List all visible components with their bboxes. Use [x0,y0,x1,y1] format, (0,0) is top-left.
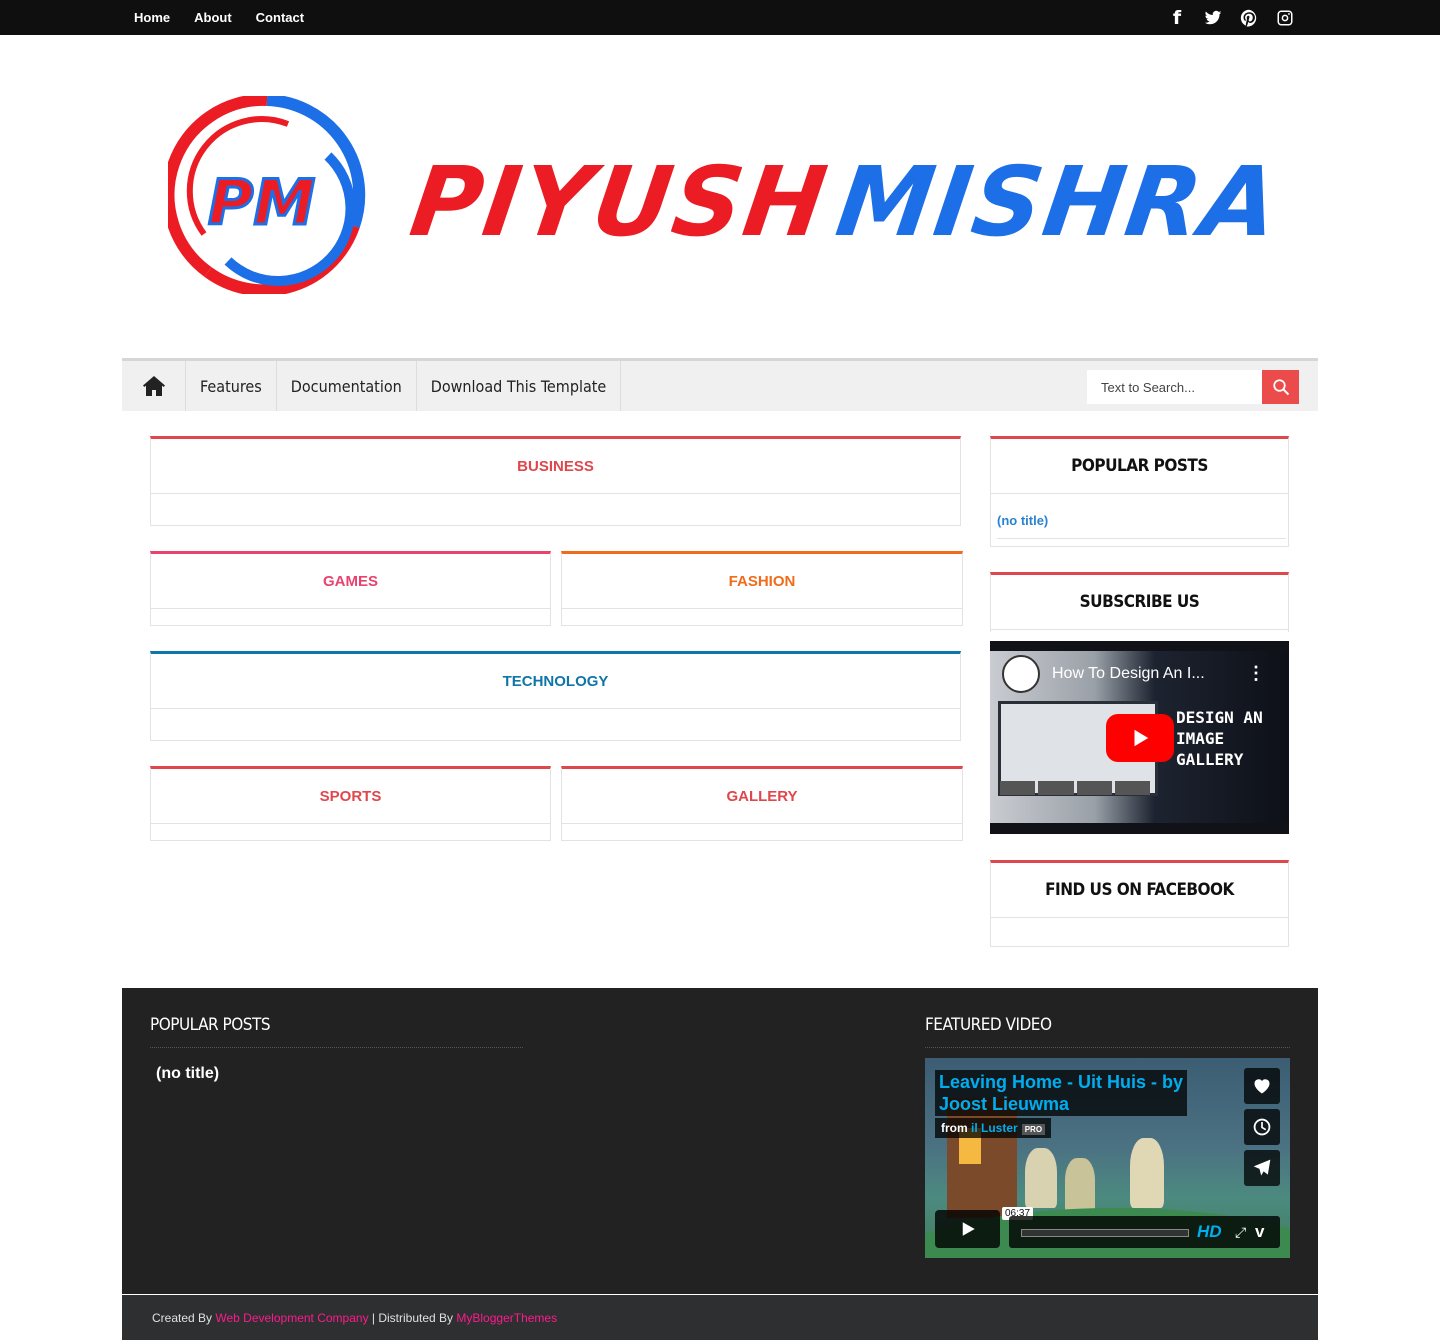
widget-popular-posts: POPULAR POSTS (no title) [990,436,1289,547]
channel-avatar[interactable] [1002,655,1040,693]
video-scene-figure [1025,1148,1057,1208]
section-title[interactable]: SPORTS [151,769,550,824]
brand-word-first: PIYUSH [404,146,835,258]
video-scene-figure [1065,1158,1095,1213]
play-button[interactable] [1106,714,1174,762]
like-button[interactable] [1244,1068,1280,1104]
widget-subscribe: SUBSCRIBE US [990,572,1289,632]
top-nav-home[interactable]: Home [134,10,170,25]
widget-title: POPULAR POSTS [991,439,1288,494]
video-title[interactable]: How To Design An I... [1052,665,1205,683]
credit-link-mybloggerthemes[interactable]: MyBloggerThemes [456,1311,557,1325]
logo-emblem-icon: PM [168,96,366,294]
share-button[interactable] [1244,1150,1280,1186]
top-bar: Home About Contact f [0,0,1440,35]
brand-word-second: MISHRA [830,146,1287,258]
video-controls: HD ⤢ v [1009,1216,1280,1248]
video-thumbnail-strip [1000,781,1150,795]
pinterest-icon[interactable] [1231,0,1267,35]
nav-menu: Features Documentation Download This Tem… [186,361,622,411]
divider [925,1047,1290,1048]
hd-badge[interactable]: HD [1197,1222,1222,1242]
section-title[interactable]: FASHION [562,554,962,609]
top-nav-about[interactable]: About [194,10,232,25]
video-title[interactable]: Leaving Home - Uit Huis - by Joost Lieuw… [935,1070,1188,1116]
footer: POPULAR POSTS (no title) FEATURED VIDEO … [122,988,1318,1294]
widget-title: FIND US ON FACEBOOK [991,863,1288,918]
instagram-icon[interactable] [1267,0,1303,35]
divider [150,1047,523,1048]
nav-item-download-template[interactable]: Download This Template [417,361,622,411]
divider [997,538,1286,539]
play-icon [962,1222,975,1236]
credit-text: Created By Web Development Company | Dis… [152,1311,558,1325]
section-business: BUSINESS [150,436,961,526]
nav-item-documentation[interactable]: Documentation [277,361,417,411]
vimeo-embed[interactable]: Leaving Home - Uit Huis - by Joost Lieuw… [925,1058,1290,1258]
section-fashion: FASHION [561,551,963,626]
footer-popular-title: POPULAR POSTS [150,1015,271,1035]
play-button[interactable] [935,1210,1000,1248]
section-title[interactable]: GAMES [151,554,550,609]
search-input[interactable] [1087,370,1263,404]
main-nav: Features Documentation Download This Tem… [122,358,1318,411]
video-overlay-text: DESIGN AN IMAGE GALLERY [1176,708,1263,769]
clock-icon [1253,1118,1271,1136]
paper-plane-icon [1253,1159,1271,1176]
section-title[interactable]: TECHNOLOGY [151,654,960,709]
widget-facebook: FIND US ON FACEBOOK [990,860,1289,947]
section-title[interactable]: BUSINESS [151,439,960,494]
popular-post-link[interactable]: (no title) [997,513,1048,528]
svg-text:PM: PM [208,166,315,239]
footer-featured-title: FEATURED VIDEO [925,1015,1052,1035]
section-games: GAMES [150,551,551,626]
section-gallery: GALLERY [561,766,963,841]
credit-bar: Created By Web Development Company | Dis… [122,1295,1318,1340]
watch-later-button[interactable] [1244,1109,1280,1145]
search-icon [1272,379,1289,396]
video-scene-house [947,1098,1017,1218]
section-technology: TECHNOLOGY [150,651,961,741]
nav-item-features[interactable]: Features [186,361,277,411]
more-options-icon[interactable]: ⋮ [1247,663,1265,684]
social-links: f [1159,0,1303,35]
progress-bar[interactable] [1021,1229,1189,1237]
search-button[interactable] [1262,370,1299,404]
widget-title: SUBSCRIBE US [991,575,1288,630]
footer-popular-link[interactable]: (no title) [156,1065,219,1083]
fullscreen-icon[interactable]: ⤢ [1235,1224,1246,1241]
video-scene-figure [1130,1138,1164,1208]
video-author[interactable]: from il Luster PRO [935,1118,1052,1138]
home-icon [142,376,165,396]
credit-link-web-development[interactable]: Web Development Company [215,1311,368,1325]
heart-icon [1254,1079,1270,1094]
youtube-embed[interactable]: How To Design An I... ⋮ DESIGN AN IMAGE … [990,641,1289,834]
vimeo-logo-icon[interactable]: v [1255,1222,1264,1242]
twitter-icon[interactable] [1195,0,1231,35]
play-icon [1134,729,1149,747]
nav-home-button[interactable] [122,361,186,411]
section-title[interactable]: GALLERY [562,769,962,824]
top-nav: Home About Contact [134,0,328,35]
top-nav-contact[interactable]: Contact [256,10,304,25]
section-sports: SPORTS [150,766,551,841]
facebook-icon[interactable]: f [1159,0,1195,35]
